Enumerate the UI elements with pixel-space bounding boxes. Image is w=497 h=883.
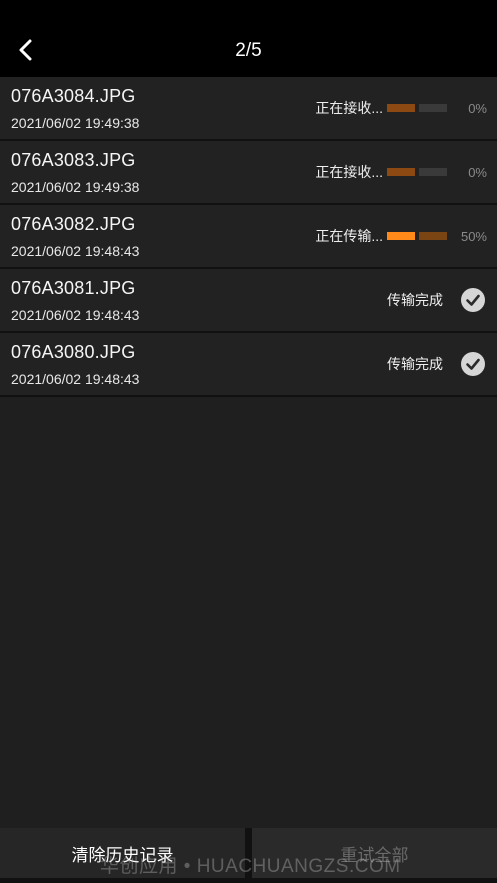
status-text: 传输完成	[387, 356, 443, 372]
progress-bar-segment	[419, 104, 447, 112]
status-text: 正在传输...	[315, 228, 383, 244]
file-name: 076A3081.JPG	[11, 278, 136, 298]
status-text: 正在接收...	[315, 100, 383, 116]
file-name: 076A3082.JPG	[11, 214, 136, 234]
progress-bar-segment	[387, 168, 415, 176]
check-circle-icon	[461, 352, 485, 376]
progress-bar-segment	[419, 168, 447, 176]
top-bar: 2/5	[0, 0, 497, 77]
page-title: 2/5	[235, 40, 262, 61]
file-date: 2021/06/02 19:49:38	[11, 179, 140, 195]
file-date: 2021/06/02 19:48:43	[11, 307, 140, 323]
bottom-bar: 清除历史记录 重试全部	[0, 828, 497, 883]
transfer-status: 传输完成	[387, 333, 497, 395]
check-circle-icon	[461, 288, 485, 312]
transfer-status: 正在接收... 0%	[315, 77, 497, 139]
progress-percent: 0%	[468, 164, 487, 180]
file-date: 2021/06/02 19:48:43	[11, 371, 140, 387]
clear-history-button[interactable]: 清除历史记录	[0, 828, 245, 878]
list-item[interactable]: 076A3081.JPG 2021/06/02 19:48:43 传输完成	[0, 269, 497, 333]
transfer-status: 正在接收... 0%	[315, 141, 497, 203]
retry-all-button[interactable]: 重试全部	[252, 828, 497, 878]
progress-percent: 0%	[468, 100, 487, 116]
status-text: 正在接收...	[315, 164, 383, 180]
list-item[interactable]: 076A3080.JPG 2021/06/02 19:48:43 传输完成	[0, 333, 497, 397]
list-item[interactable]: 076A3084.JPG 2021/06/02 19:49:38 正在接收...…	[0, 77, 497, 141]
file-name: 076A3080.JPG	[11, 342, 136, 362]
transfer-status: 正在传输... 50%	[315, 205, 497, 267]
progress-bar-segment	[387, 232, 415, 240]
file-name: 076A3083.JPG	[11, 150, 136, 170]
progress-bar-segment	[387, 104, 415, 112]
progress-bar-segment	[419, 232, 447, 240]
file-name: 076A3084.JPG	[11, 86, 136, 106]
file-date: 2021/06/02 19:48:43	[11, 243, 140, 259]
transfer-list: 076A3084.JPG 2021/06/02 19:49:38 正在接收...…	[0, 77, 497, 397]
progress-percent: 50%	[460, 228, 487, 244]
status-text: 传输完成	[387, 292, 443, 308]
list-item[interactable]: 076A3083.JPG 2021/06/02 19:49:38 正在接收...…	[0, 141, 497, 205]
transfer-status: 传输完成	[387, 269, 497, 331]
file-date: 2021/06/02 19:49:38	[11, 115, 140, 131]
list-item[interactable]: 076A3082.JPG 2021/06/02 19:48:43 正在传输...…	[0, 205, 497, 269]
